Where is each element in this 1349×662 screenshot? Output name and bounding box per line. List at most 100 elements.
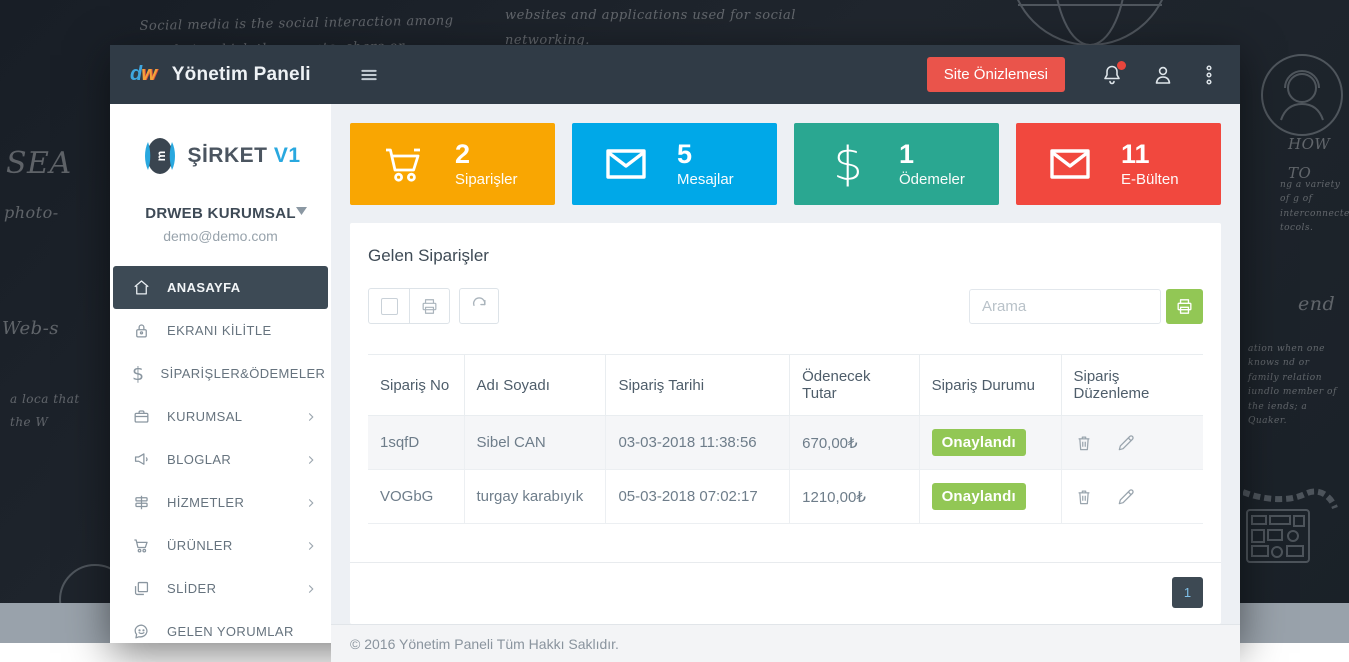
date-cell: 03-03-2018 11:38:56 xyxy=(606,416,790,470)
name-cell: Sibel CAN xyxy=(464,416,606,470)
page-title: Yönetim Paneli xyxy=(172,64,311,86)
incoming-orders-panel: Gelen Siparişler xyxy=(350,223,1221,624)
page-button-1[interactable]: 1 xyxy=(1172,577,1203,608)
signpost-icon xyxy=(132,493,151,512)
profile-email: demo@demo.com xyxy=(110,228,331,244)
search-area xyxy=(969,289,1203,324)
amount-cell: 1210,00₺ xyxy=(790,470,919,524)
status-badge: Onaylandı xyxy=(932,429,1026,456)
sidebar-item-slider[interactable]: SLİDER xyxy=(110,567,331,610)
table-row: 1sqfD Sibel CAN 03-03-2018 11:38:56 670,… xyxy=(368,416,1203,470)
order-no-cell: VOGbG xyxy=(368,470,464,524)
lock-icon xyxy=(132,321,151,340)
refresh-icon xyxy=(470,297,489,316)
search-input[interactable] xyxy=(969,289,1161,324)
print-button[interactable] xyxy=(409,289,449,323)
sidebar-item-ekrani-kilitle[interactable]: EKRANI KİLİTLE xyxy=(110,309,331,352)
pagination: 1 xyxy=(368,577,1203,608)
user-account-icon[interactable] xyxy=(1151,63,1175,87)
stat-value: 5 xyxy=(677,140,734,170)
chevron-right-icon xyxy=(305,454,317,466)
dollar-icon: $ xyxy=(824,141,872,187)
footer: © 2016 Yönetim Paneli Tüm Hakkı Saklıdır… xyxy=(331,624,1240,662)
sidebar-item-siparisler-odemeler[interactable]: $ SİPARİŞLER&ÖDEMELER xyxy=(110,352,331,395)
site-preview-button[interactable]: Site Önizlemesi xyxy=(927,57,1065,92)
checkbox[interactable] xyxy=(381,298,398,315)
globe-sketch xyxy=(1000,0,1180,50)
sidebar-item-anasayfa[interactable]: ANASAYFA xyxy=(113,266,328,309)
chalk-note: a loca that the W xyxy=(10,388,90,434)
profile-dropdown[interactable]: DRWEB KURUMSAL demo@demo.com xyxy=(110,189,331,262)
order-no-cell: 1sqfD xyxy=(368,416,464,470)
amount-cell: 670,00₺ xyxy=(790,416,919,470)
stat-value: 2 xyxy=(455,140,518,170)
chalk-note: end xyxy=(1298,286,1335,322)
chevron-right-icon xyxy=(305,583,317,595)
print-export-button[interactable] xyxy=(1166,289,1203,324)
top-navbar: dw Yönetim Paneli Site Önizlemesi xyxy=(110,45,1240,104)
chevron-right-icon xyxy=(305,497,317,509)
orders-toolbar xyxy=(368,288,1203,324)
sidebar-item-gelen-yorumlar[interactable]: GELEN YORUMLAR xyxy=(110,610,331,643)
stat-value: 11 xyxy=(1121,140,1179,170)
edit-icon[interactable] xyxy=(1116,433,1136,453)
comments-icon xyxy=(132,622,151,641)
orders-table: Sipariş No Adı Soyadı Sipariş Tarihi Öde… xyxy=(368,354,1203,524)
chalk-note: photo- xyxy=(4,198,59,228)
bulk-actions-group xyxy=(368,288,450,324)
chevron-right-icon xyxy=(305,411,317,423)
support-person-sketch xyxy=(1255,50,1349,140)
delete-icon[interactable] xyxy=(1074,487,1094,507)
stat-value: 1 xyxy=(899,140,965,170)
printer-icon xyxy=(420,297,439,316)
caret-down-icon xyxy=(296,207,307,215)
dw-logo[interactable]: dw xyxy=(130,63,156,86)
chalk-note: SEA xyxy=(6,135,72,192)
sidebar-item-kurumsal[interactable]: KURUMSAL xyxy=(110,395,331,438)
date-cell: 05-03-2018 07:02:17 xyxy=(606,470,790,524)
chevron-right-icon xyxy=(305,540,317,552)
svg-text:m: m xyxy=(154,151,168,162)
envelope-icon xyxy=(1046,140,1094,188)
delete-icon[interactable] xyxy=(1074,433,1094,453)
company-logo-icon: m xyxy=(140,134,180,178)
briefcase-icon xyxy=(132,407,151,426)
stat-label: E-Bülten xyxy=(1121,171,1179,188)
company-name: ŞİRKET V1 xyxy=(187,144,300,168)
cart-icon xyxy=(132,536,151,555)
stat-label: Siparişler xyxy=(455,171,518,188)
select-all-checkbox[interactable] xyxy=(369,289,409,323)
sidebar-toggle-icon[interactable] xyxy=(359,65,379,85)
sidebar-item-hizmetler[interactable]: HİZMETLER xyxy=(110,481,331,524)
payments-stat-card[interactable]: $ 1 Ödemeler xyxy=(794,123,999,205)
home-icon xyxy=(132,278,151,297)
copyright-text: © 2016 Yönetim Paneli Tüm Hakkı Saklıdır… xyxy=(350,636,619,652)
admin-panel-window: dw Yönetim Paneli Site Önizlemesi xyxy=(110,45,1240,643)
refresh-button[interactable] xyxy=(459,288,499,324)
sidebar-item-bloglar[interactable]: BLOGLAR xyxy=(110,438,331,481)
orders-stat-card[interactable]: 2 Siparişler xyxy=(350,123,555,205)
kebab-menu-icon[interactable] xyxy=(1202,63,1216,87)
newsletter-stat-card[interactable]: 11 E-Bülten xyxy=(1016,123,1221,205)
sidebar-item-urunler[interactable]: ÜRÜNLER xyxy=(110,524,331,567)
dashboard-cards: 2 Siparişler 5 Mesajlar xyxy=(350,123,1221,205)
notifications-bell-icon[interactable] xyxy=(1100,63,1124,87)
edit-icon[interactable] xyxy=(1116,487,1136,507)
navbar-actions: Site Önizlemesi xyxy=(927,57,1216,92)
printer-icon xyxy=(1175,297,1194,316)
table-header-row: Sipariş No Adı Soyadı Sipariş Tarihi Öde… xyxy=(368,355,1203,416)
messages-stat-card[interactable]: 5 Mesajlar xyxy=(572,123,777,205)
company-logo: m ŞİRKET V1 xyxy=(110,104,331,189)
status-badge: Onaylandı xyxy=(932,483,1026,510)
name-cell: turgay karabıyık xyxy=(464,470,606,524)
chalk-note: ng a variety of g of interconnected toco… xyxy=(1280,178,1346,236)
layers-icon xyxy=(132,579,151,598)
cart-icon xyxy=(380,140,428,188)
col-name: Adı Soyadı xyxy=(464,355,606,416)
col-order-no: Sipariş No xyxy=(368,355,464,416)
stat-label: Mesajlar xyxy=(677,171,734,188)
dollar-icon: $ xyxy=(132,363,145,385)
col-amount: Ödenecek Tutar xyxy=(790,355,919,416)
panel-divider xyxy=(350,562,1221,563)
panel-title: Gelen Siparişler xyxy=(368,246,1203,266)
